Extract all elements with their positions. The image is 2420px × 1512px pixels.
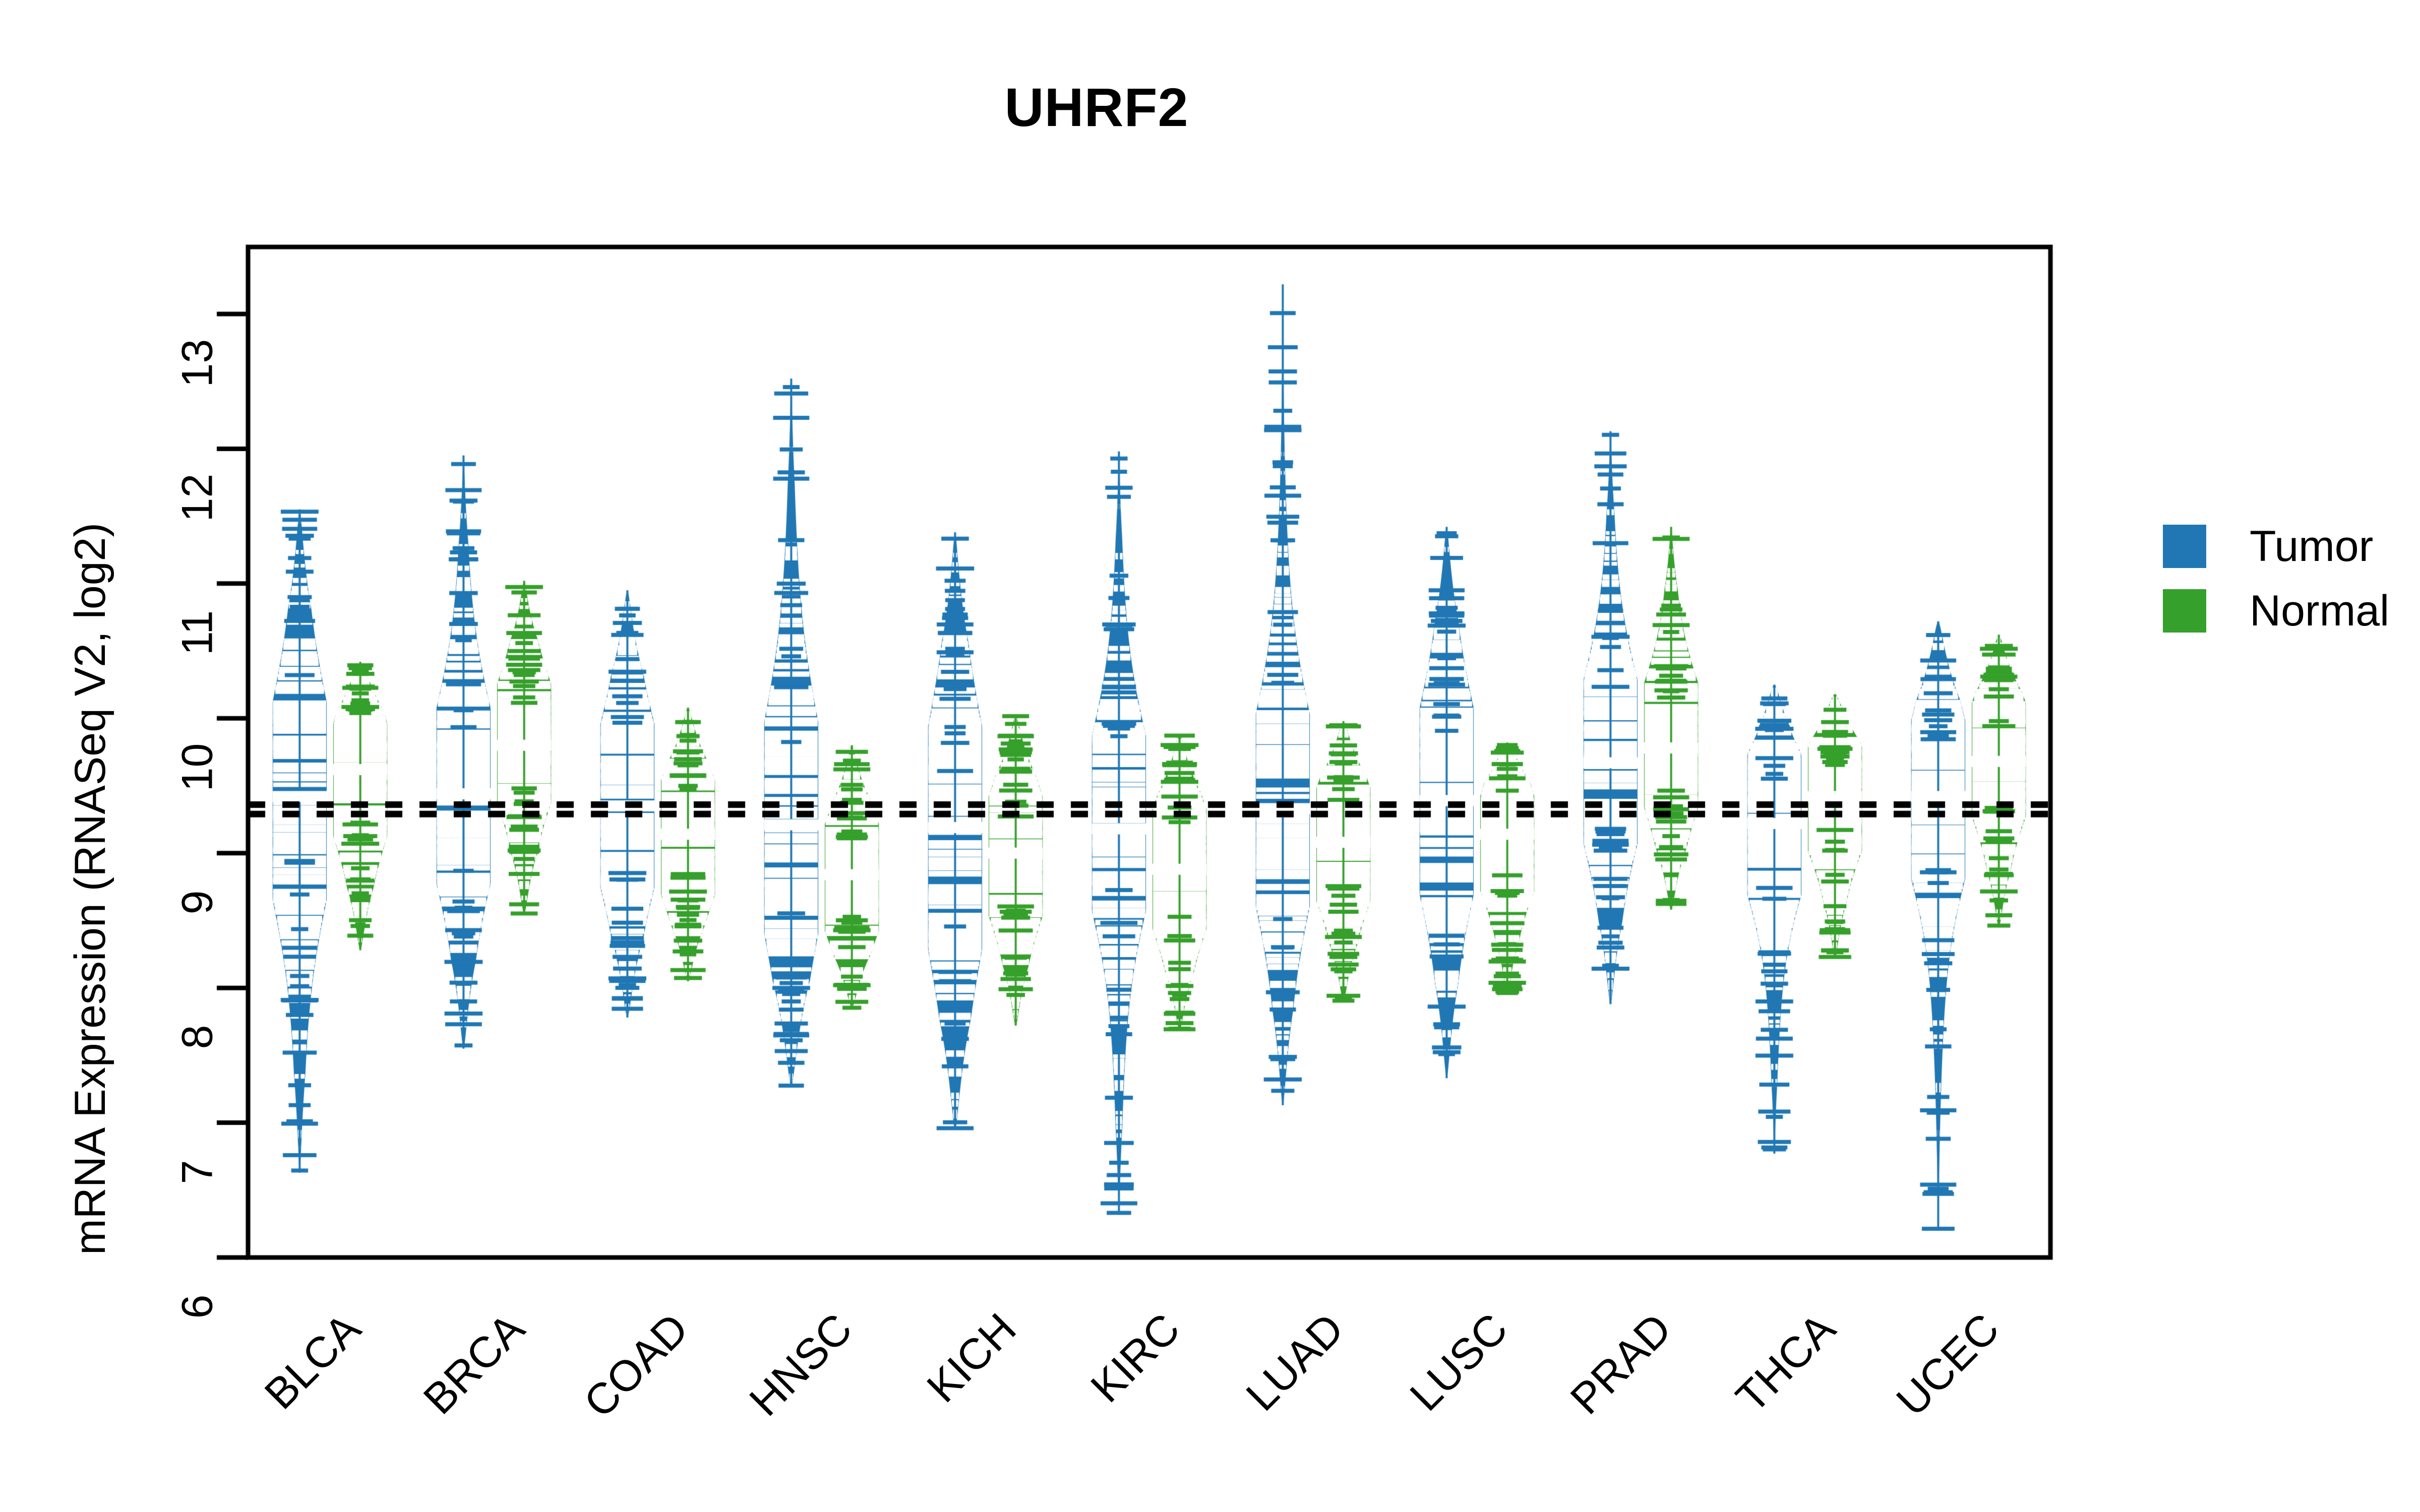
legend-item-tumor[interactable]: Tumor: [2163, 514, 2389, 579]
y-tick-label-10: 10: [173, 743, 222, 792]
legend: Tumor Normal: [2163, 514, 2389, 643]
y-tick-label-6: 6: [173, 1294, 222, 1319]
legend-label-tumor: Tumor: [2250, 522, 2374, 571]
y-tick-label-9: 9: [173, 890, 222, 915]
beanplot-canvas: [0, 0, 2420, 1512]
y-tick-label-12: 12: [173, 474, 222, 522]
y-tick-label-7: 7: [173, 1160, 222, 1184]
y-tick-label-8: 8: [173, 1025, 222, 1049]
beanplot-figure: UHRF2 mRNA Expression (RNASeq V2, log2) …: [0, 0, 2420, 1512]
legend-label-normal: Normal: [2250, 587, 2390, 635]
y-tick-label-13: 13: [173, 339, 222, 388]
y-tick-label-11: 11: [173, 610, 222, 655]
legend-swatch-tumor: [2163, 525, 2206, 568]
y-axis-title: mRNA Expression (RNASeq V2, log2): [66, 522, 114, 1255]
legend-item-normal[interactable]: Normal: [2163, 579, 2389, 643]
legend-swatch-normal: [2163, 589, 2206, 633]
page-title: UHRF2: [1004, 77, 1189, 138]
